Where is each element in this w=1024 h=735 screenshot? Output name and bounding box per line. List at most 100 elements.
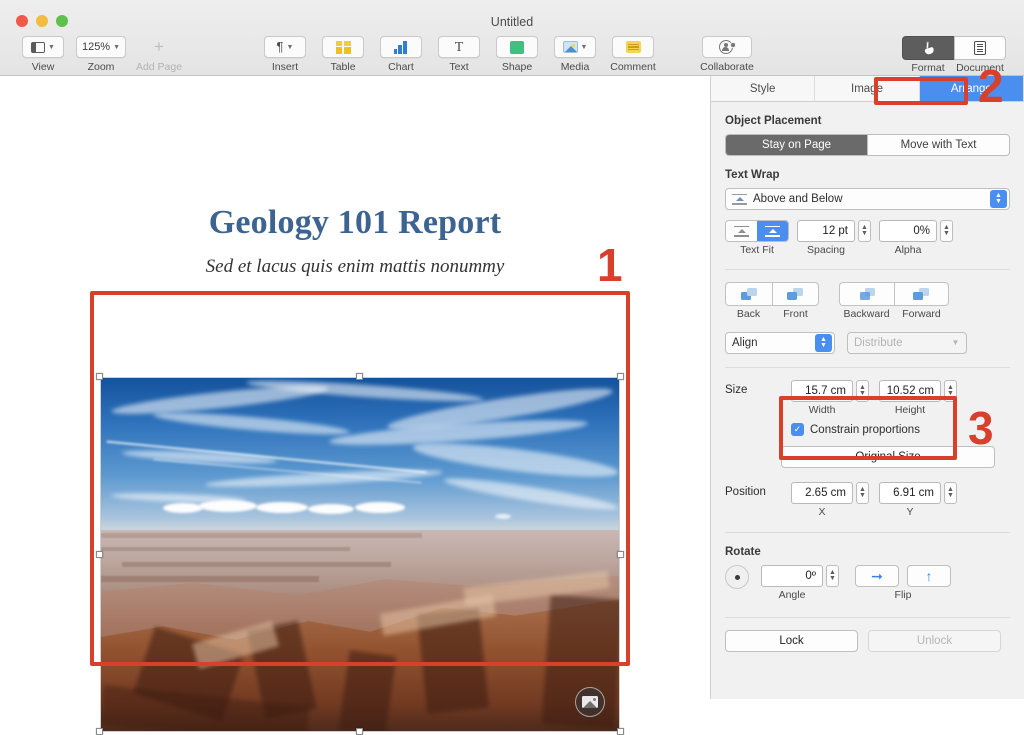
send-backward-button[interactable] (839, 282, 894, 306)
collaborate-icon (718, 39, 736, 55)
resize-handle-w[interactable] (96, 551, 103, 558)
send-to-back-button[interactable] (725, 282, 772, 306)
constrain-proportions-checkbox[interactable]: ✓ (791, 423, 804, 436)
resize-handle-nw[interactable] (96, 373, 103, 380)
position-y-label: Y (906, 506, 914, 518)
alpha-input[interactable]: 0% (879, 220, 937, 242)
alpha-stepper[interactable]: ▲ ▼ (940, 220, 953, 242)
position-x-input[interactable]: 2.65 cm (791, 482, 853, 504)
resize-handle-e[interactable] (617, 551, 624, 558)
resize-handle-se[interactable] (617, 728, 624, 735)
height-input[interactable]: 10.52 cm (879, 380, 941, 402)
window-title: Untitled (490, 15, 534, 29)
image-badge-icon[interactable] (575, 687, 605, 717)
resize-handle-n[interactable] (356, 373, 363, 380)
annotation-number-1: 1 (597, 239, 623, 291)
format-panel-toggle[interactable] (902, 36, 954, 60)
stepper-arrows-icon[interactable]: ▲ ▼ (990, 190, 1007, 208)
text-fit-label: Text Fit (740, 244, 774, 256)
toolbar-add-page-button[interactable]: + Add Page (130, 36, 188, 73)
position-y-stepper[interactable]: ▲ ▼ (944, 482, 957, 504)
toolbar-table-button[interactable]: Table (314, 36, 372, 73)
text-fit-option-2[interactable] (757, 221, 788, 241)
toolbar-view-button[interactable]: ▼ View (14, 36, 72, 73)
toolbar-comment-button[interactable]: Comment (604, 36, 662, 73)
pilcrow-icon: ¶ (276, 39, 284, 54)
shape-icon (510, 40, 524, 54)
canyon-photo[interactable] (100, 377, 620, 732)
flip-horizontal-button[interactable]: ➞ (855, 565, 899, 587)
width-input[interactable]: 15.7 cm (791, 380, 853, 402)
text-wrap-select[interactable]: Above and Below ▲ ▼ (725, 188, 1010, 210)
toolbar-insert-button[interactable]: ¶ ▼ Insert (256, 36, 314, 73)
toolbar-comment-label: Comment (610, 61, 656, 73)
document-title[interactable]: Geology 101 Report (0, 204, 710, 242)
width-stepper[interactable]: ▲ ▼ (856, 380, 869, 402)
lock-button[interactable]: Lock (725, 630, 858, 652)
constrain-proportions-row[interactable]: ✓ Constrain proportions (791, 423, 957, 436)
resize-handle-s[interactable] (356, 728, 363, 735)
rotate-section: Rotate 0º ▲ ▼ Angle ➞ ↑ Flip (711, 546, 1024, 601)
order-section: Back Front Backward Forward Align ▲ ▼ Di… (711, 282, 1024, 354)
original-size-button[interactable]: Original Size (781, 446, 995, 468)
text-fit-option-1[interactable] (726, 221, 757, 241)
chevron-down-icon[interactable]: ▲ ▼ (815, 334, 832, 352)
stay-on-page-option[interactable]: Stay on Page (726, 135, 867, 155)
toolbar-collaborate-button[interactable]: Collaborate (694, 36, 760, 73)
chevron-down-icon: ▼ (113, 43, 121, 51)
spacing-label: Spacing (807, 244, 845, 256)
back-label: Back (736, 308, 761, 320)
text-icon: T (454, 39, 464, 55)
unlock-button[interactable]: Unlock (868, 630, 1001, 652)
plus-icon: + (154, 37, 164, 56)
bring-forward-button[interactable] (894, 282, 949, 306)
document-canvas[interactable]: Geology 101 Report Sed et lacus quis eni… (0, 76, 710, 735)
tab-style[interactable]: Style (711, 76, 816, 101)
position-label: Position (725, 486, 766, 498)
toolbar-table-label: Table (330, 61, 356, 73)
window-titlebar: Untitled ▼ View 125% ▼ Zoom + Add Page ¶ ▼… (0, 0, 1024, 76)
text-wrap-section: Text Wrap Above and Below ▲ ▼ Text Fit 12… (711, 169, 1024, 256)
toolbar-center-group: ¶▼ Insert Table Chart T Text Shape ▼ Me (256, 36, 662, 73)
alpha-label: Alpha (894, 244, 922, 256)
brush-icon (920, 39, 938, 57)
height-stepper[interactable]: ▲ ▼ (944, 380, 957, 402)
bring-to-front-button[interactable] (772, 282, 819, 306)
toolbar-collaborate-label: Collaborate (700, 61, 754, 73)
toolbar-shape-button[interactable]: Shape (488, 36, 546, 73)
toolbar-insert-label: Insert (271, 61, 299, 73)
rotate-dial[interactable] (725, 565, 749, 589)
angle-input[interactable]: 0º (761, 565, 823, 587)
chart-icon (393, 40, 409, 54)
toolbar-chart-label: Chart (388, 61, 414, 73)
front-label: Front (783, 308, 808, 320)
angle-stepper[interactable]: ▲ ▼ (826, 565, 839, 587)
resize-handle-sw[interactable] (96, 728, 103, 735)
spacing-input[interactable]: 12 pt (797, 220, 855, 242)
table-icon (335, 40, 351, 54)
tab-arrange[interactable]: Arrange (919, 76, 1024, 101)
flip-label: Flip (894, 589, 912, 601)
resize-handle-ne[interactable] (617, 373, 624, 380)
document-icon (974, 41, 986, 55)
selected-image-object[interactable] (96, 373, 624, 735)
move-with-text-option[interactable]: Move with Text (867, 135, 1009, 155)
position-y-input[interactable]: 6.91 cm (879, 482, 941, 504)
align-dropdown[interactable]: Align ▲ ▼ (725, 332, 835, 354)
document-panel-toggle[interactable] (954, 36, 1006, 60)
toolbar-media-button[interactable]: ▼ Media (546, 36, 604, 73)
bring-to-front-icon (787, 287, 804, 301)
toolbar-text-button[interactable]: T Text (430, 36, 488, 73)
pages-app-window: Untitled ▼ View 125% ▼ Zoom + Add Page ¶ ▼… (0, 0, 1024, 735)
distribute-dropdown[interactable]: Distribute ▼ (847, 332, 967, 354)
chevron-down-icon: ▼ (580, 43, 588, 51)
height-label: Height (894, 404, 926, 416)
toolbar-chart-button[interactable]: Chart (372, 36, 430, 73)
position-x-stepper[interactable]: ▲ ▼ (856, 482, 869, 504)
text-wrap-title: Text Wrap (725, 169, 780, 181)
toolbar-collaborate-group: Collaborate (694, 36, 760, 73)
spacing-stepper[interactable]: ▲ ▼ (858, 220, 871, 242)
toolbar-zoom-button[interactable]: 125% ▼ Zoom (72, 36, 130, 73)
flip-vertical-button[interactable]: ↑ (907, 565, 951, 587)
tab-image[interactable]: Image (815, 76, 920, 101)
